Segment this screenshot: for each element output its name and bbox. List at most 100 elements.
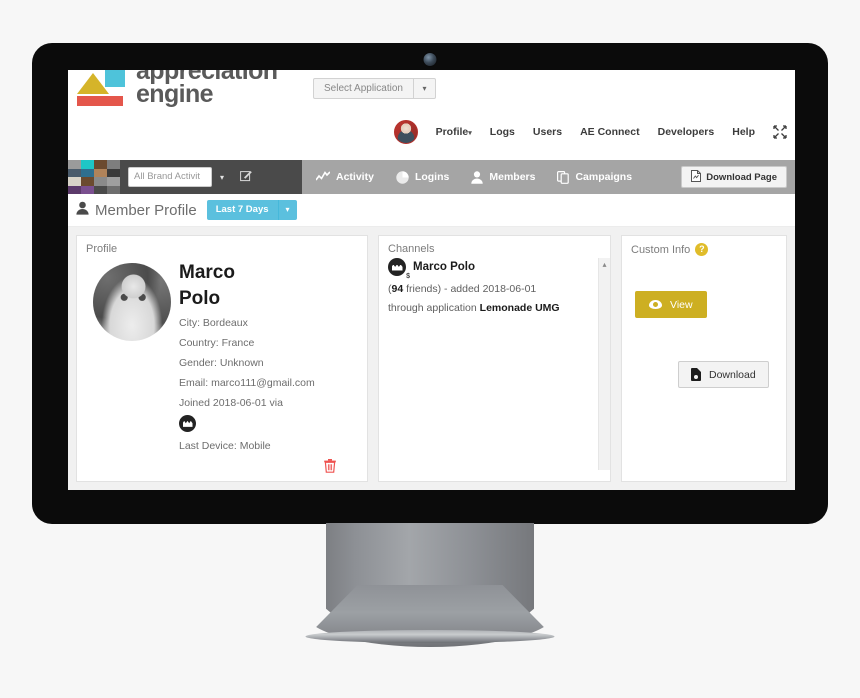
monitor-stand-foot xyxy=(305,630,555,643)
profile-photo xyxy=(93,263,171,341)
download-button-label: Download xyxy=(709,368,756,381)
file-download-icon xyxy=(691,368,701,381)
nav-item-users[interactable]: Users xyxy=(533,126,562,138)
nav-item-logs[interactable]: Logs xyxy=(490,126,515,138)
toolbar-item-logins[interactable]: Logins xyxy=(396,170,450,184)
brand-thumbnail-grid[interactable] xyxy=(68,160,120,194)
profile-first-name: Marco xyxy=(179,262,235,283)
person-icon xyxy=(76,201,89,219)
download-button[interactable]: Download xyxy=(678,361,769,388)
person-glyph xyxy=(76,201,89,215)
toolbar-item-campaigns-label: Campaigns xyxy=(575,171,633,183)
channel-entry[interactable]: $ Marco Polo xyxy=(379,255,610,280)
top-navigation: Profile▾ Logs Users AE Connect Developer… xyxy=(393,120,787,144)
chevron-down-icon[interactable]: ▾ xyxy=(220,173,224,182)
channels-card-title: Channels xyxy=(388,243,435,255)
copy-glyph xyxy=(557,170,570,184)
toolbar-item-campaigns[interactable]: Campaigns xyxy=(557,170,633,184)
help-icon[interactable]: ? xyxy=(695,243,709,256)
pie-chart-icon xyxy=(396,170,409,184)
custom-info-label: Custom Info xyxy=(631,243,691,256)
copy-icon xyxy=(557,170,570,184)
profile-joined: Joined 2018-06-01 via xyxy=(179,396,283,409)
download-page-button[interactable]: Download Page xyxy=(681,166,787,188)
date-range-label: Last 7 Days xyxy=(215,204,269,215)
expand-arrows-glyph xyxy=(773,125,787,139)
chevron-down-icon[interactable]: ▾ xyxy=(277,200,297,220)
profile-email: Email: marco111@gmail.com xyxy=(179,376,315,389)
profile-city: City: Bordeaux xyxy=(179,316,248,329)
toolbar-item-members[interactable]: Members xyxy=(471,170,536,184)
profile-gender: Gender: Unknown xyxy=(179,356,264,369)
toolbar-brand-section: All Brand Activit ▾ xyxy=(68,160,302,194)
channels-card: Channels $ Marco Polo (94 friends) - add… xyxy=(378,235,611,482)
person-icon xyxy=(471,170,484,184)
channel-friends-count: 94 xyxy=(391,283,404,295)
toolbar-item-members-label: Members xyxy=(489,171,536,183)
page-title-label: Member Profile xyxy=(95,201,197,219)
main-toolbar: All Brand Activit ▾ Activity Logins Memb… xyxy=(68,160,795,194)
channel-application-line: through application Lemonade UMG xyxy=(379,295,610,314)
line-chart-glyph xyxy=(316,171,330,181)
brand-activity-select[interactable]: All Brand Activit xyxy=(128,167,212,187)
line-chart-icon xyxy=(316,171,330,183)
content-area: Profile Marco Polo City: Bordeaux Countr… xyxy=(68,227,795,490)
eye-icon xyxy=(649,300,662,309)
edit-pencil-glyph xyxy=(240,170,252,181)
toolbar-item-logins-label: Logins xyxy=(414,171,450,183)
channel-name: Marco Polo xyxy=(413,261,475,273)
date-range-button[interactable]: Last 7 Days ▾ xyxy=(206,200,297,220)
avatar[interactable] xyxy=(393,120,418,144)
channel-badge: $ xyxy=(406,273,410,280)
app-header: appreciation engine Select Application ▾… xyxy=(68,70,795,160)
nav-item-ae-connect[interactable]: AE Connect xyxy=(580,126,640,138)
logo-wordmark: appreciation engine xyxy=(136,70,278,108)
screenshot-root: appreciation engine Select Application ▾… xyxy=(0,0,860,698)
expand-icon[interactable] xyxy=(773,125,787,139)
channel-application-icon: $ xyxy=(388,258,410,280)
pie-chart-glyph xyxy=(396,170,409,184)
channels-scrollbar[interactable]: ▴ xyxy=(598,258,610,470)
download-page-label: Download Page xyxy=(706,171,777,183)
nav-item-profile-label: Profile xyxy=(435,126,469,138)
channel-application-name: Lemonade UMG xyxy=(479,302,560,314)
nav-item-help[interactable]: Help xyxy=(732,126,755,138)
profile-card-body: Marco Polo City: Bordeaux Country: Franc… xyxy=(77,255,367,452)
view-button[interactable]: View xyxy=(635,291,707,318)
page-title-row: Member Profile Last 7 Days ▾ xyxy=(68,194,795,227)
logo-square-icon xyxy=(105,70,125,87)
app-logo[interactable]: appreciation engine xyxy=(76,70,278,109)
profile-card-title: Profile xyxy=(86,243,118,255)
nav-item-profile[interactable]: Profile▾ xyxy=(436,126,472,138)
profile-country: Country: France xyxy=(179,336,255,349)
select-application-label: Select Application xyxy=(324,83,403,94)
custom-info-card: Custom Info ? View Download xyxy=(621,235,787,482)
chevron-down-icon: ▾ xyxy=(468,130,472,137)
profile-card: Profile Marco Polo City: Bordeaux Countr… xyxy=(76,235,368,482)
toolbar-item-activity-label: Activity xyxy=(336,171,374,183)
monitor-screen: appreciation engine Select Application ▾… xyxy=(68,70,795,490)
profile-details: Marco Polo City: Bordeaux Country: Franc… xyxy=(179,257,315,452)
page-title: Member Profile xyxy=(76,201,197,219)
channel-application-prefix: through application xyxy=(388,302,480,314)
delete-member-icon[interactable] xyxy=(323,458,337,476)
application-source-icon[interactable] xyxy=(179,414,196,432)
logo-line-2: engine xyxy=(136,80,214,108)
pdf-file-icon xyxy=(691,169,702,185)
nav-item-developers[interactable]: Developers xyxy=(658,126,715,138)
toolbar-item-activity[interactable]: Activity xyxy=(316,171,374,183)
profile-last-device: Last Device: Mobile xyxy=(179,439,271,452)
select-application-dropdown[interactable]: Select Application ▾ xyxy=(313,78,436,99)
webcam-icon xyxy=(423,53,437,66)
channel-friends-line: (94 friends) - added 2018-06-01 xyxy=(379,276,610,295)
channel-friends-added: friends) - added 2018-06-01 xyxy=(403,283,537,295)
pdf-file-glyph xyxy=(691,169,702,182)
chevron-down-icon[interactable]: ▾ xyxy=(412,79,435,98)
edit-icon[interactable] xyxy=(240,170,252,185)
trash-glyph xyxy=(324,459,336,473)
toolbar-nav-items: Activity Logins Members Campaigns xyxy=(302,170,633,184)
logo-mark-icon xyxy=(76,70,128,109)
scroll-up-arrow-icon[interactable]: ▴ xyxy=(599,258,610,272)
person-glyph xyxy=(471,170,484,184)
logo-bar-icon xyxy=(77,96,123,106)
